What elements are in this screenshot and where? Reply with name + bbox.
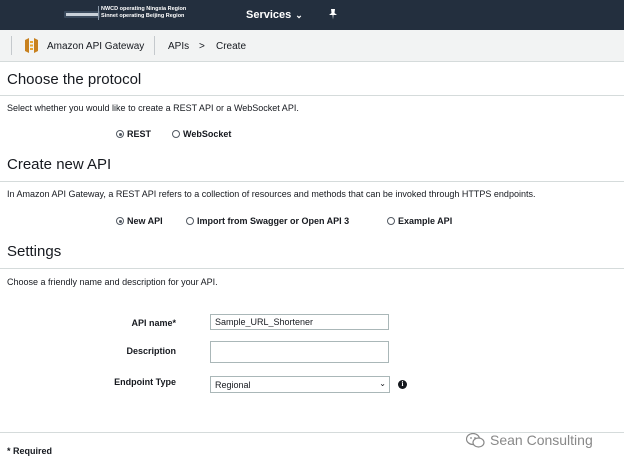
watermark-text: Sean Consulting (490, 432, 593, 448)
region-line-1: NWCD operating Ningxia Region (101, 6, 187, 12)
radio-label: Import from Swagger or Open API 3 (197, 216, 350, 226)
api-name-label: API name* (131, 318, 176, 328)
endpoint-type-label: Endpoint Type (114, 377, 176, 387)
settings-description: Choose a friendly name and description f… (7, 277, 218, 287)
breadcrumb-separator: > (199, 41, 205, 52)
api-gateway-icon (23, 37, 40, 54)
api-name-input[interactable] (210, 314, 389, 330)
services-label: Services (246, 9, 292, 21)
radio-selected-icon (116, 217, 124, 225)
protocol-description: Select whether you would like to create … (7, 103, 299, 113)
region-info: NWCD operating Ningxia Region Sinnet ope… (101, 6, 186, 20)
endpoint-type-select[interactable]: Regional ⌄ (210, 376, 390, 393)
radio-example-api[interactable]: Example API (387, 216, 452, 226)
services-menu[interactable]: Services ⌄ (246, 9, 303, 21)
radio-unselected-icon (172, 130, 180, 138)
region-logo (64, 11, 100, 18)
region-line-2: Sinnet operating Beijing Region (101, 13, 185, 19)
pin-icon[interactable] (328, 9, 338, 23)
region-divider (98, 6, 99, 20)
info-icon[interactable]: i (398, 380, 407, 389)
radio-new-api[interactable]: New API (116, 216, 163, 226)
radio-label: REST (127, 129, 152, 139)
breadcrumb-current: Create (216, 41, 247, 52)
endpoint-type-value: Regional (215, 380, 251, 390)
chevron-down-icon: ⌄ (379, 379, 386, 388)
breadcrumb-divider (154, 36, 155, 55)
radio-label: New API (127, 216, 163, 226)
radio-label: Example API (398, 216, 453, 226)
protocol-heading: Choose the protocol (7, 71, 142, 88)
breadcrumb-apis-link[interactable]: APIs (168, 41, 189, 52)
divider (0, 181, 624, 182)
create-description: In Amazon API Gateway, a REST API refers… (7, 189, 536, 199)
watermark: Sean Consulting (466, 432, 593, 448)
breadcrumb-service-link[interactable]: Amazon API Gateway (47, 41, 144, 52)
description-input[interactable] (210, 341, 389, 363)
radio-unselected-icon (387, 217, 395, 225)
radio-rest[interactable]: REST (116, 129, 151, 139)
create-heading: Create new API (7, 156, 112, 173)
settings-heading: Settings (7, 243, 62, 260)
radio-selected-icon (116, 130, 124, 138)
description-label: Description (126, 346, 176, 356)
radio-label: WebSocket (183, 129, 232, 139)
breadcrumb: Amazon API Gateway APIs > Create (0, 30, 624, 62)
top-navigation-bar: NWCD operating Ningxia Region Sinnet ope… (0, 0, 624, 30)
breadcrumb-divider (11, 36, 12, 55)
required-note: * Required (7, 446, 53, 456)
radio-websocket[interactable]: WebSocket (172, 129, 231, 139)
divider (0, 95, 624, 96)
chevron-down-icon: ⌄ (295, 10, 303, 20)
radio-unselected-icon (186, 217, 194, 225)
divider (0, 268, 624, 269)
wechat-icon (466, 432, 485, 448)
radio-import-swagger[interactable]: Import from Swagger or Open API 3 (186, 216, 349, 226)
